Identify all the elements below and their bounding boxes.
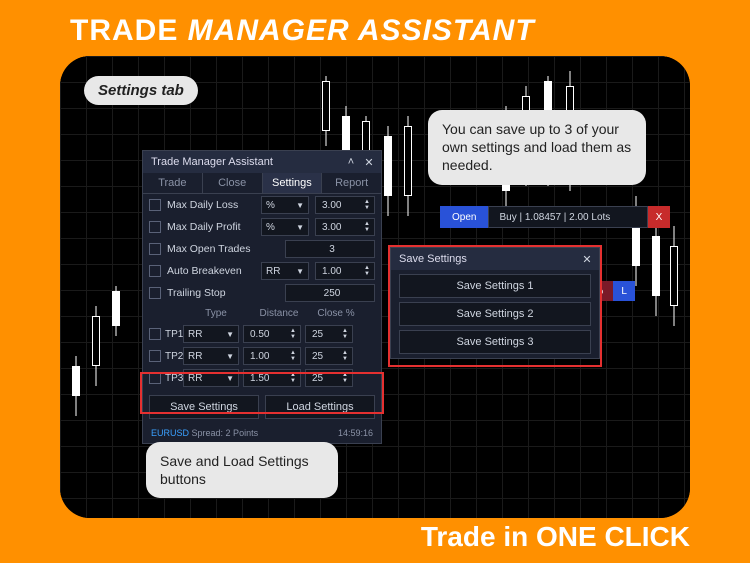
tab-settings[interactable]: Settings — [263, 173, 323, 193]
popup-titlebar: Save Settings ✕ — [391, 248, 599, 270]
chevron-down-icon: ▼ — [226, 352, 234, 361]
spinner[interactable]: ▲▼ — [340, 328, 350, 340]
chevron-down-icon: ▼ — [226, 330, 234, 339]
chevron-down-icon: ▼ — [296, 267, 304, 276]
spinner[interactable]: ▲▼ — [340, 372, 350, 384]
tp3-close[interactable]: 25▲▼ — [305, 369, 353, 387]
max-profit-checkbox[interactable] — [149, 221, 161, 233]
chevron-down-icon: ▼ — [226, 374, 234, 383]
tp-row-1: TP1 RR▼ 0.50▲▼ 25▲▼ — [143, 323, 381, 345]
save-settings-2-button[interactable]: Save Settings 2 — [399, 302, 591, 326]
close-icon[interactable]: ✕ — [579, 251, 595, 267]
close-icon[interactable]: ✕ — [361, 154, 377, 170]
tp3-label: TP3 — [165, 373, 183, 384]
tabs: Trade Close Settings Report — [143, 173, 381, 194]
tab-report[interactable]: Report — [322, 173, 381, 193]
max-trades-value[interactable]: 3 — [285, 240, 375, 258]
callout-buttons: Save and Load Settings buttons — [146, 442, 338, 498]
tp1-type-select[interactable]: RR▼ — [183, 325, 239, 343]
spinner[interactable]: ▲▼ — [288, 350, 298, 362]
max-profit-value[interactable]: 3.00▲▼ — [315, 218, 375, 236]
tab-trade[interactable]: Trade — [143, 173, 203, 193]
open-button[interactable]: Open — [440, 206, 488, 228]
max-trades-label: Max Open Trades — [167, 243, 279, 255]
tp1-checkbox[interactable] — [149, 328, 161, 340]
panel-footer: EURUSD Spread: 2 Points 14:59:16 — [143, 425, 381, 443]
row-max-daily-loss: Max Daily Loss %▼ 3.00▲▼ — [143, 194, 381, 216]
tp-row-2: TP2 RR▼ 1.00▲▼ 25▲▼ — [143, 345, 381, 367]
page-title: TRADE MANAGER ASSISTANT — [70, 14, 535, 48]
max-trades-checkbox[interactable] — [149, 243, 161, 255]
tab-close[interactable]: Close — [203, 173, 263, 193]
footer-spread: Spread: 2 Points — [192, 428, 259, 438]
page-subtitle: Trade in ONE CLICK — [421, 521, 690, 553]
tp2-label: TP2 — [165, 351, 183, 362]
save-settings-3-button[interactable]: Save Settings 3 — [399, 330, 591, 354]
load-settings-button[interactable]: Load Settings — [265, 395, 375, 419]
title-b: MANAGER ASSISTANT — [188, 14, 535, 47]
trailing-checkbox[interactable] — [149, 287, 161, 299]
auto-be-label: Auto Breakeven — [167, 265, 255, 277]
save-settings-popup: Save Settings ✕ Save Settings 1 Save Set… — [390, 247, 600, 359]
footer-time: 14:59:16 — [338, 428, 373, 438]
tp2-checkbox[interactable] — [149, 350, 161, 362]
sub-b: ONE CLICK — [536, 521, 690, 552]
spinner[interactable]: ▲▼ — [340, 350, 350, 362]
spinner[interactable]: ▲▼ — [362, 221, 372, 233]
spinner[interactable]: ▲▼ — [362, 199, 372, 211]
auto-be-checkbox[interactable] — [149, 265, 161, 277]
popup-title-text: Save Settings — [399, 253, 467, 265]
tp3-type-select[interactable]: RR▼ — [183, 369, 239, 387]
row-max-open-trades: Max Open Trades 3 — [143, 238, 381, 260]
settings-button-row: Save Settings Load Settings — [143, 389, 381, 425]
row-trailing-stop: Trailing Stop 250 — [143, 282, 381, 304]
spinner[interactable]: ▲▼ — [362, 265, 372, 277]
tp3-dist[interactable]: 1.50▲▼ — [243, 369, 301, 387]
save-settings-1-button[interactable]: Save Settings 1 — [399, 274, 591, 298]
max-loss-checkbox[interactable] — [149, 199, 161, 211]
row-max-daily-profit: Max Daily Profit %▼ 3.00▲▼ — [143, 216, 381, 238]
sub-a: Trade in — [421, 521, 536, 552]
tp-hdr-dist: Distance — [247, 308, 311, 319]
max-loss-value[interactable]: 3.00▲▼ — [315, 196, 375, 214]
position-l[interactable]: L — [613, 281, 635, 301]
spinner[interactable]: ▲▼ — [288, 372, 298, 384]
trailing-label: Trailing Stop — [167, 287, 279, 299]
settings-panel: Trade Manager Assistant ˄ ✕ Trade Close … — [142, 150, 382, 444]
auto-be-unit-select[interactable]: RR▼ — [261, 262, 309, 280]
max-loss-unit-select[interactable]: %▼ — [261, 196, 309, 214]
save-settings-button[interactable]: Save Settings — [149, 395, 259, 419]
footer-symbol: EURUSD — [151, 428, 189, 438]
chevron-down-icon: ▼ — [296, 201, 304, 210]
tp1-close[interactable]: 25▲▼ — [305, 325, 353, 343]
chart-frame: Open Buy | 1.08457 | 2.00 Lots X 0.0 $ |… — [60, 56, 690, 518]
tp-header: Type Distance Close % — [143, 304, 381, 323]
tp-row-3: TP3 RR▼ 1.50▲▼ 25▲▼ — [143, 367, 381, 389]
open-trade-bar: Open Buy | 1.08457 | 2.00 Lots X — [440, 206, 670, 228]
spinner[interactable]: ▲▼ — [288, 328, 298, 340]
title-a: TRADE — [70, 14, 188, 47]
tp-hdr-close: Close % — [311, 308, 361, 319]
tp3-checkbox[interactable] — [149, 372, 161, 384]
auto-be-value[interactable]: 1.00▲▼ — [315, 262, 375, 280]
collapse-icon[interactable]: ˄ — [343, 154, 359, 170]
tp2-dist[interactable]: 1.00▲▼ — [243, 347, 301, 365]
max-profit-label: Max Daily Profit — [167, 221, 255, 233]
tp2-close[interactable]: 25▲▼ — [305, 347, 353, 365]
max-profit-unit-select[interactable]: %▼ — [261, 218, 309, 236]
tp1-label: TP1 — [165, 329, 183, 340]
tp1-dist[interactable]: 0.50▲▼ — [243, 325, 301, 343]
tp2-type-select[interactable]: RR▼ — [183, 347, 239, 365]
row-auto-breakeven: Auto Breakeven RR▼ 1.00▲▼ — [143, 260, 381, 282]
max-loss-label: Max Daily Loss — [167, 199, 255, 211]
settings-tab-badge: Settings tab — [84, 76, 198, 105]
open-close-button[interactable]: X — [648, 206, 670, 228]
chevron-down-icon: ▼ — [296, 223, 304, 232]
open-info: Buy | 1.08457 | 2.00 Lots — [488, 206, 648, 228]
callout-save-info: You can save up to 3 of your own setting… — [428, 110, 646, 185]
tp-hdr-type: Type — [185, 308, 247, 319]
trailing-value[interactable]: 250 — [285, 284, 375, 302]
panel-title-text: Trade Manager Assistant — [151, 156, 273, 168]
panel-titlebar: Trade Manager Assistant ˄ ✕ — [143, 151, 381, 173]
